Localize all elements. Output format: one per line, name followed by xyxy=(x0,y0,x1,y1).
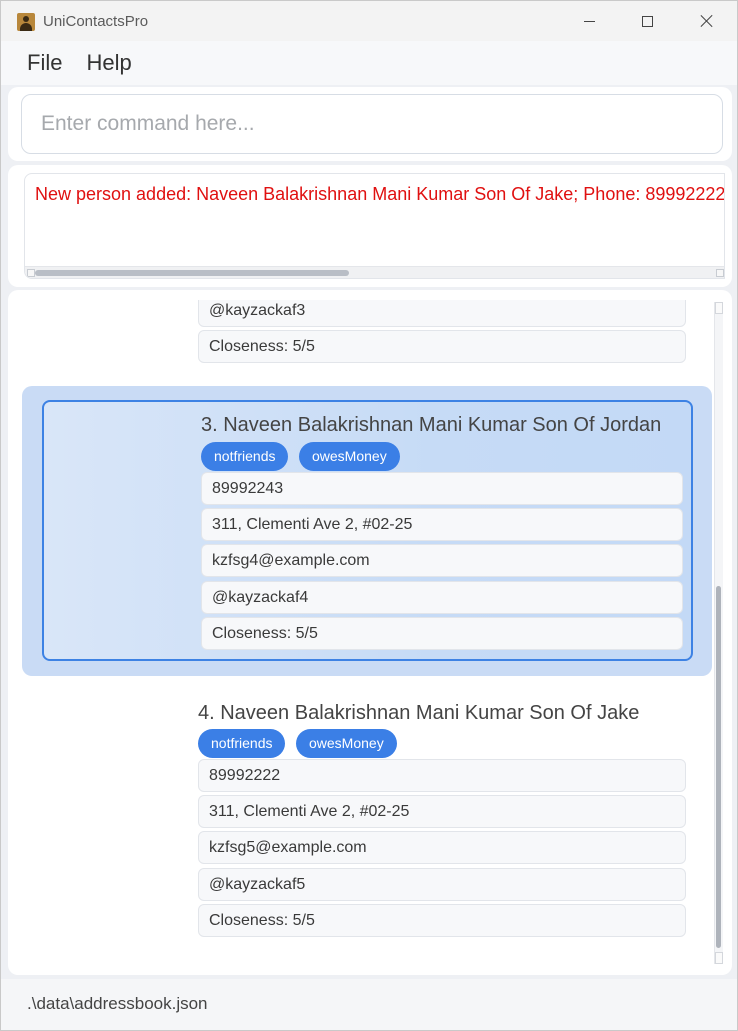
person-email: kzfsg4@example.com xyxy=(201,544,683,577)
maximize-button[interactable] xyxy=(624,1,670,41)
scroll-left-button[interactable] xyxy=(27,269,35,277)
close-icon xyxy=(700,14,714,28)
person-card[interactable]: 4. Naveen Balakrishnan Mani Kumar Son Of… xyxy=(21,690,715,950)
menu-bar: File Help xyxy=(1,41,737,85)
command-input[interactable] xyxy=(21,94,723,154)
person-telegram: @kayzackaf5 xyxy=(198,868,686,901)
tag-badge: notfriends xyxy=(198,729,286,758)
person-list[interactable]: @kayzackaf3 Closeness: 5/5 3. Naveen Bal… xyxy=(21,300,715,964)
vertical-scroll-thumb[interactable] xyxy=(716,586,721,948)
window-title: UniContactsPro xyxy=(43,13,149,30)
person-closeness: Closeness: 5/5 xyxy=(198,330,686,363)
person-telegram: @kayzackaf3 xyxy=(198,300,686,327)
command-box-panel xyxy=(8,87,732,161)
minimize-button[interactable] xyxy=(566,1,612,41)
status-bar: .\data\addressbook.json xyxy=(1,979,737,1030)
person-phone: 89992222 xyxy=(198,759,686,792)
menu-file[interactable]: File xyxy=(15,50,74,76)
person-telegram: @kayzackaf4 xyxy=(201,581,683,614)
result-display[interactable]: New person added: Naveen Balakrishnan Ma… xyxy=(24,173,725,279)
scroll-right-button[interactable] xyxy=(716,269,724,277)
result-display-panel: New person added: Naveen Balakrishnan Ma… xyxy=(8,165,732,287)
person-phone: 89992243 xyxy=(201,472,683,505)
person-name: 3. Naveen Balakrishnan Mani Kumar Son Of… xyxy=(201,414,662,436)
scroll-up-button[interactable] xyxy=(715,302,723,314)
tag-badge: owesMoney xyxy=(299,442,400,471)
person-card-selected[interactable]: 3. Naveen Balakrishnan Mani Kumar Son Of… xyxy=(22,386,712,676)
save-location-path: .\data\addressbook.json xyxy=(27,994,208,1013)
person-address: 311, Clementi Ave 2, #02-25 xyxy=(198,795,686,828)
person-list-panel: @kayzackaf3 Closeness: 5/5 3. Naveen Bal… xyxy=(8,290,732,975)
vertical-scrollbar[interactable] xyxy=(714,302,723,964)
horizontal-scrollbar[interactable] xyxy=(25,266,724,278)
person-address: 311, Clementi Ave 2, #02-25 xyxy=(201,508,683,541)
person-email: kzfsg5@example.com xyxy=(198,831,686,864)
maximize-icon xyxy=(641,15,653,27)
app-window: UniContactsPro File Help New person adde… xyxy=(0,0,738,1031)
menu-help[interactable]: Help xyxy=(74,50,143,76)
person-closeness: Closeness: 5/5 xyxy=(198,904,686,937)
close-button[interactable] xyxy=(684,1,730,41)
person-name: 4. Naveen Balakrishnan Mani Kumar Son Of… xyxy=(198,702,640,724)
scroll-down-button[interactable] xyxy=(715,952,723,964)
app-icon xyxy=(17,13,35,31)
minimize-icon xyxy=(583,20,595,22)
title-bar[interactable]: UniContactsPro xyxy=(1,1,737,41)
person-closeness: Closeness: 5/5 xyxy=(201,617,683,650)
tag-badge: owesMoney xyxy=(296,729,397,758)
horizontal-scroll-thumb[interactable] xyxy=(35,270,349,276)
result-message: New person added: Naveen Balakrishnan Ma… xyxy=(35,184,725,204)
tag-badge: notfriends xyxy=(201,442,289,471)
